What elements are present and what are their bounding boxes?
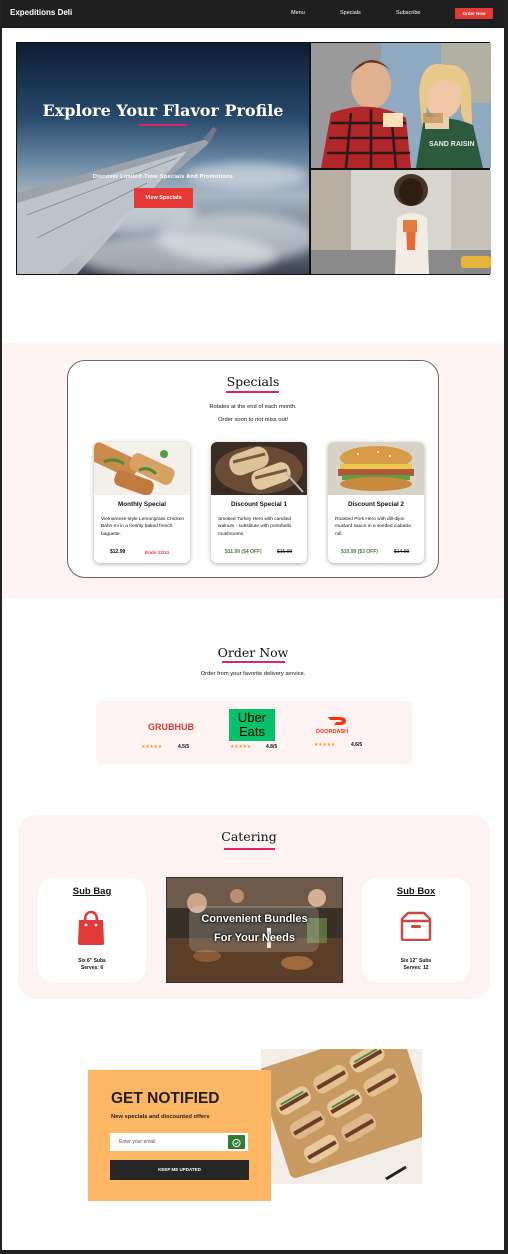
page-content: Expeditions Deli Menu Specials Subscribe… [2, 0, 504, 1250]
order-now-underline [222, 661, 285, 663]
doordash-rating: 4.6/5 [351, 742, 363, 748]
special-item-old-price: $15.99 [277, 549, 293, 555]
specials-order-soon-text: Order soon to not miss out! [218, 417, 288, 423]
delivery-services-box: GRUBHUB ★★★★★ 4.5/5 Uber Eats ★★★★★ 4.8/… [96, 701, 412, 764]
special-item-description: Smoked Turkey Hero with candied walnuts … [218, 517, 292, 537]
get-notified-title: GET NOTIFIED [111, 1090, 220, 1107]
order-now-title: Order Now [217, 645, 289, 660]
catering-underline [224, 848, 275, 850]
uber-eats-logo-line2: Eats [238, 724, 265, 739]
special-item-discount-1[interactable]: Discount Special 1 Smoked Turkey Hero wi… [211, 442, 307, 563]
view-specials-button[interactable]: View Specials [134, 188, 193, 208]
special-item-description: Roasted Pork Hero with dill-dijon mustar… [335, 517, 411, 537]
nav-link-menu[interactable]: Menu [291, 10, 305, 16]
special-item-name: Discount Special 1 [231, 501, 287, 508]
hero-friends-eating-photo: SAND RAISIN [311, 43, 491, 168]
brand-logo[interactable]: Expeditions Deli [10, 8, 72, 17]
sandwich-platter-photo [261, 1049, 422, 1184]
box-icon [400, 911, 432, 941]
check-circle-icon [232, 1138, 241, 1148]
top-nav: Expeditions Deli Menu Specials Subscribe… [2, 0, 504, 28]
keep-me-updated-button[interactable]: KEEP ME UPDATED [110, 1160, 249, 1180]
shirt-text: SAND RAISIN [429, 141, 475, 148]
sub-bag-details: Six 6" Subs Serves: 6 [38, 958, 146, 971]
grubhub-rating: 4.5/5 [178, 744, 190, 750]
doordash-dash-icon [328, 717, 346, 725]
page: Expeditions Deli Menu Specials Subscribe… [0, 0, 508, 1254]
hero-section: Explore Your Flavor Profile Discover Lim… [16, 42, 491, 275]
special-item-old-price: $14.99 [394, 549, 410, 555]
nav-order-now-button[interactable]: Order Now [455, 8, 493, 19]
hero-airplane-image: Explore Your Flavor Profile Discover Lim… [17, 43, 309, 274]
uber-eats-logo[interactable]: Uber Eats [229, 709, 275, 741]
sub-box-serves: Serves: 12 [403, 964, 429, 971]
sub-bag-card[interactable]: Sub Bag Six 6" Subs Serves: 6 [38, 878, 146, 982]
special-item-price: $10.99 ($3 OFF) [341, 549, 378, 555]
turkey-hero-image [211, 442, 307, 495]
sub-box-title: Sub Box [396, 886, 436, 897]
sub-box-details: Six 12" Subs Serves: 12 [362, 958, 470, 971]
catering-photo-caption: Convenient Bundles For Your Needs [167, 910, 342, 948]
shopping-bag-icon [78, 910, 104, 945]
sub-bag-serves: Serves: 6 [80, 964, 104, 971]
special-item-price: $12.99 [110, 549, 126, 555]
airplane-wing-icon [17, 127, 217, 274]
get-notified-subtitle: New specials and discounted offers [111, 1114, 210, 1120]
grubhub-stars: ★★★★★ [141, 744, 162, 750]
catering-caption-line2: For Your Needs [214, 932, 295, 944]
banh-mi-image [94, 442, 190, 495]
uber-eats-rating: 4.8/5 [266, 744, 278, 750]
catering-caption-line1: Convenient Bundles [201, 913, 308, 925]
sandwich-platter-illustration [261, 1049, 422, 1184]
friends-eating-illustration: SAND RAISIN [311, 43, 491, 168]
doordash-stars: ★★★★★ [314, 742, 335, 748]
specials-rotate-text: Rotates at the end of each month. [209, 404, 297, 410]
doordash-logo[interactable]: DOORDASH [316, 729, 348, 735]
nav-link-specials[interactable]: Specials [340, 10, 361, 16]
sub-bag-title: Sub Bag [72, 886, 112, 897]
nav-link-subscribe[interactable]: Subscribe [396, 10, 420, 16]
sub-box-card[interactable]: Sub Box Six 12" Subs Serves: 12 [362, 878, 470, 982]
hero-subtitle: Discover Limited-Time Specials And Promo… [92, 174, 234, 180]
special-item-monthly[interactable]: Monthly Special Vietnamese-style Lemongr… [94, 442, 190, 563]
special-item-name: Discount Special 2 [348, 501, 404, 508]
special-item-ends-tag: Ends 12/31 [145, 549, 170, 555]
special-item-description: Vietnamese-style Lemongrass Chicken Bahn… [101, 517, 185, 537]
pork-hero-image [328, 442, 424, 495]
hero-woman-street-photo [311, 170, 491, 274]
order-now-subtitle: Order from your favorite delivery servic… [200, 671, 306, 677]
specials-title-underline [226, 391, 279, 393]
email-submit-button[interactable] [228, 1135, 245, 1149]
uber-eats-logo-line1: Uber [237, 710, 267, 725]
get-notified-box: GET NOTIFIED New specials and discounted… [88, 1070, 271, 1201]
special-item-name: Monthly Special [118, 501, 166, 508]
catering-title: Catering [221, 829, 277, 844]
grubhub-logo[interactable]: GRUBHUB [148, 722, 194, 732]
special-item-discount-2[interactable]: Discount Special 2 Roasted Pork Hero wit… [328, 442, 424, 563]
specials-title: Specials [226, 374, 280, 389]
uber-eats-stars: ★★★★★ [230, 744, 251, 750]
hero-title-underline [139, 124, 187, 126]
woman-street-illustration [311, 170, 491, 274]
catering-bundles-photo: Convenient Bundles For Your Needs [166, 877, 343, 983]
hero-title: Explore Your Flavor Profile [42, 101, 284, 120]
special-item-price: $11.99 ($4 OFF) [225, 549, 262, 555]
